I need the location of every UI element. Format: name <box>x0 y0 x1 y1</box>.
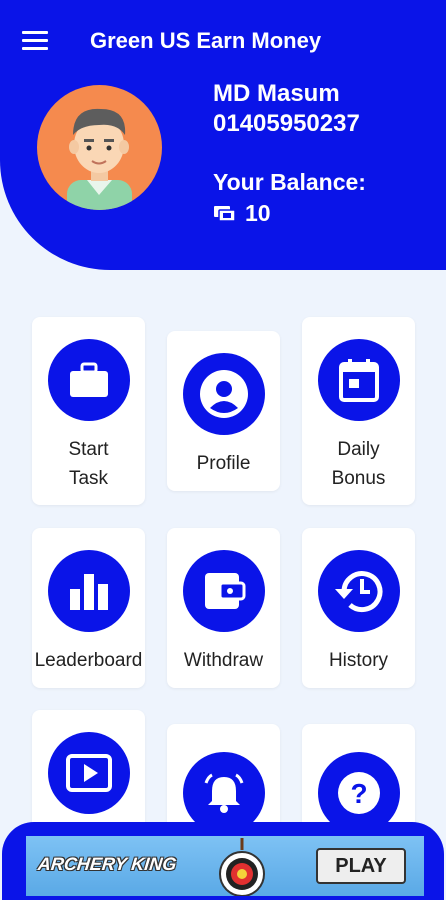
hamburger-menu-icon[interactable] <box>22 31 48 51</box>
wallet-icon <box>182 550 265 632</box>
archery-target-icon <box>219 838 265 896</box>
withdraw-card[interactable]: Withdraw <box>167 528 280 688</box>
history-icon <box>317 550 400 632</box>
start-task-card[interactable]: Start Task <box>32 317 145 505</box>
calendar-icon <box>317 339 400 421</box>
header-panel: Green US Earn Money MD Masum 01405950237… <box>0 0 446 270</box>
avatar[interactable] <box>37 85 162 210</box>
daily-bonus-card[interactable]: Daily Bonus <box>302 317 415 505</box>
balance-row: 10 <box>213 200 271 227</box>
profile-label: Profile <box>196 453 251 474</box>
leaderboard-card[interactable]: Leaderboard <box>32 528 145 688</box>
coins-icon <box>214 205 236 222</box>
user-name: MD Masum <box>213 80 340 107</box>
ad-play-button[interactable]: PLAY <box>316 848 406 884</box>
ad-creative[interactable]: ARCHERY KING PLAY <box>26 836 424 896</box>
ad-banner: ARCHERY KING PLAY <box>2 822 444 900</box>
play-video-icon <box>47 732 130 814</box>
ad-title: ARCHERY KING <box>37 854 178 874</box>
account-icon <box>182 353 265 435</box>
bar-chart-icon <box>47 550 130 632</box>
balance-value: 10 <box>245 200 271 226</box>
svg-text:?: ? <box>350 778 367 809</box>
briefcase-icon <box>47 339 130 421</box>
start-task-label: Start Task <box>68 439 109 489</box>
history-label: History <box>328 650 389 671</box>
balance-label: Your Balance: <box>213 169 366 195</box>
daily-bonus-label: Daily Bonus <box>331 439 386 489</box>
withdraw-label: Withdraw <box>183 650 264 671</box>
app-title: Green US Earn Money <box>90 28 322 53</box>
profile-card[interactable]: Profile <box>167 331 280 491</box>
leaderboard-label: Leaderboard <box>34 650 143 671</box>
history-card[interactable]: History <box>302 528 415 688</box>
user-phone: 01405950237 <box>213 110 360 137</box>
